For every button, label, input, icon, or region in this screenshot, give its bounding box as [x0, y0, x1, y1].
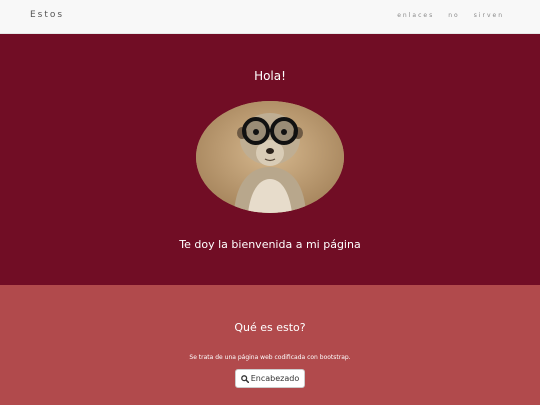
section-text: Se trata de una página web codificada co… — [189, 354, 351, 361]
hero-greeting: Hola! — [254, 69, 286, 83]
nav-link-enlaces[interactable]: enlaces — [397, 12, 434, 19]
about-section: Qué es esto? Se trata de una página web … — [0, 285, 540, 405]
nav-links: enlaces no sirven — [397, 12, 504, 19]
encabezado-button-label: Encabezado — [250, 374, 300, 383]
encabezado-button[interactable]: Encabezado — [235, 369, 305, 388]
hero-welcome: Te doy la bienvenida a mi página — [179, 238, 361, 251]
section-title: Qué es esto? — [234, 321, 306, 334]
nav-link-no[interactable]: no — [448, 12, 459, 19]
hero-section: Hola! Te doy la bienvenida a mi página — [0, 34, 540, 285]
navbar: Estos enlaces no sirven — [0, 0, 540, 34]
search-icon — [240, 374, 249, 383]
nav-link-sirven[interactable]: sirven — [474, 12, 504, 19]
navbar-brand[interactable]: Estos — [30, 10, 64, 20]
meerkat-avatar — [196, 101, 344, 213]
